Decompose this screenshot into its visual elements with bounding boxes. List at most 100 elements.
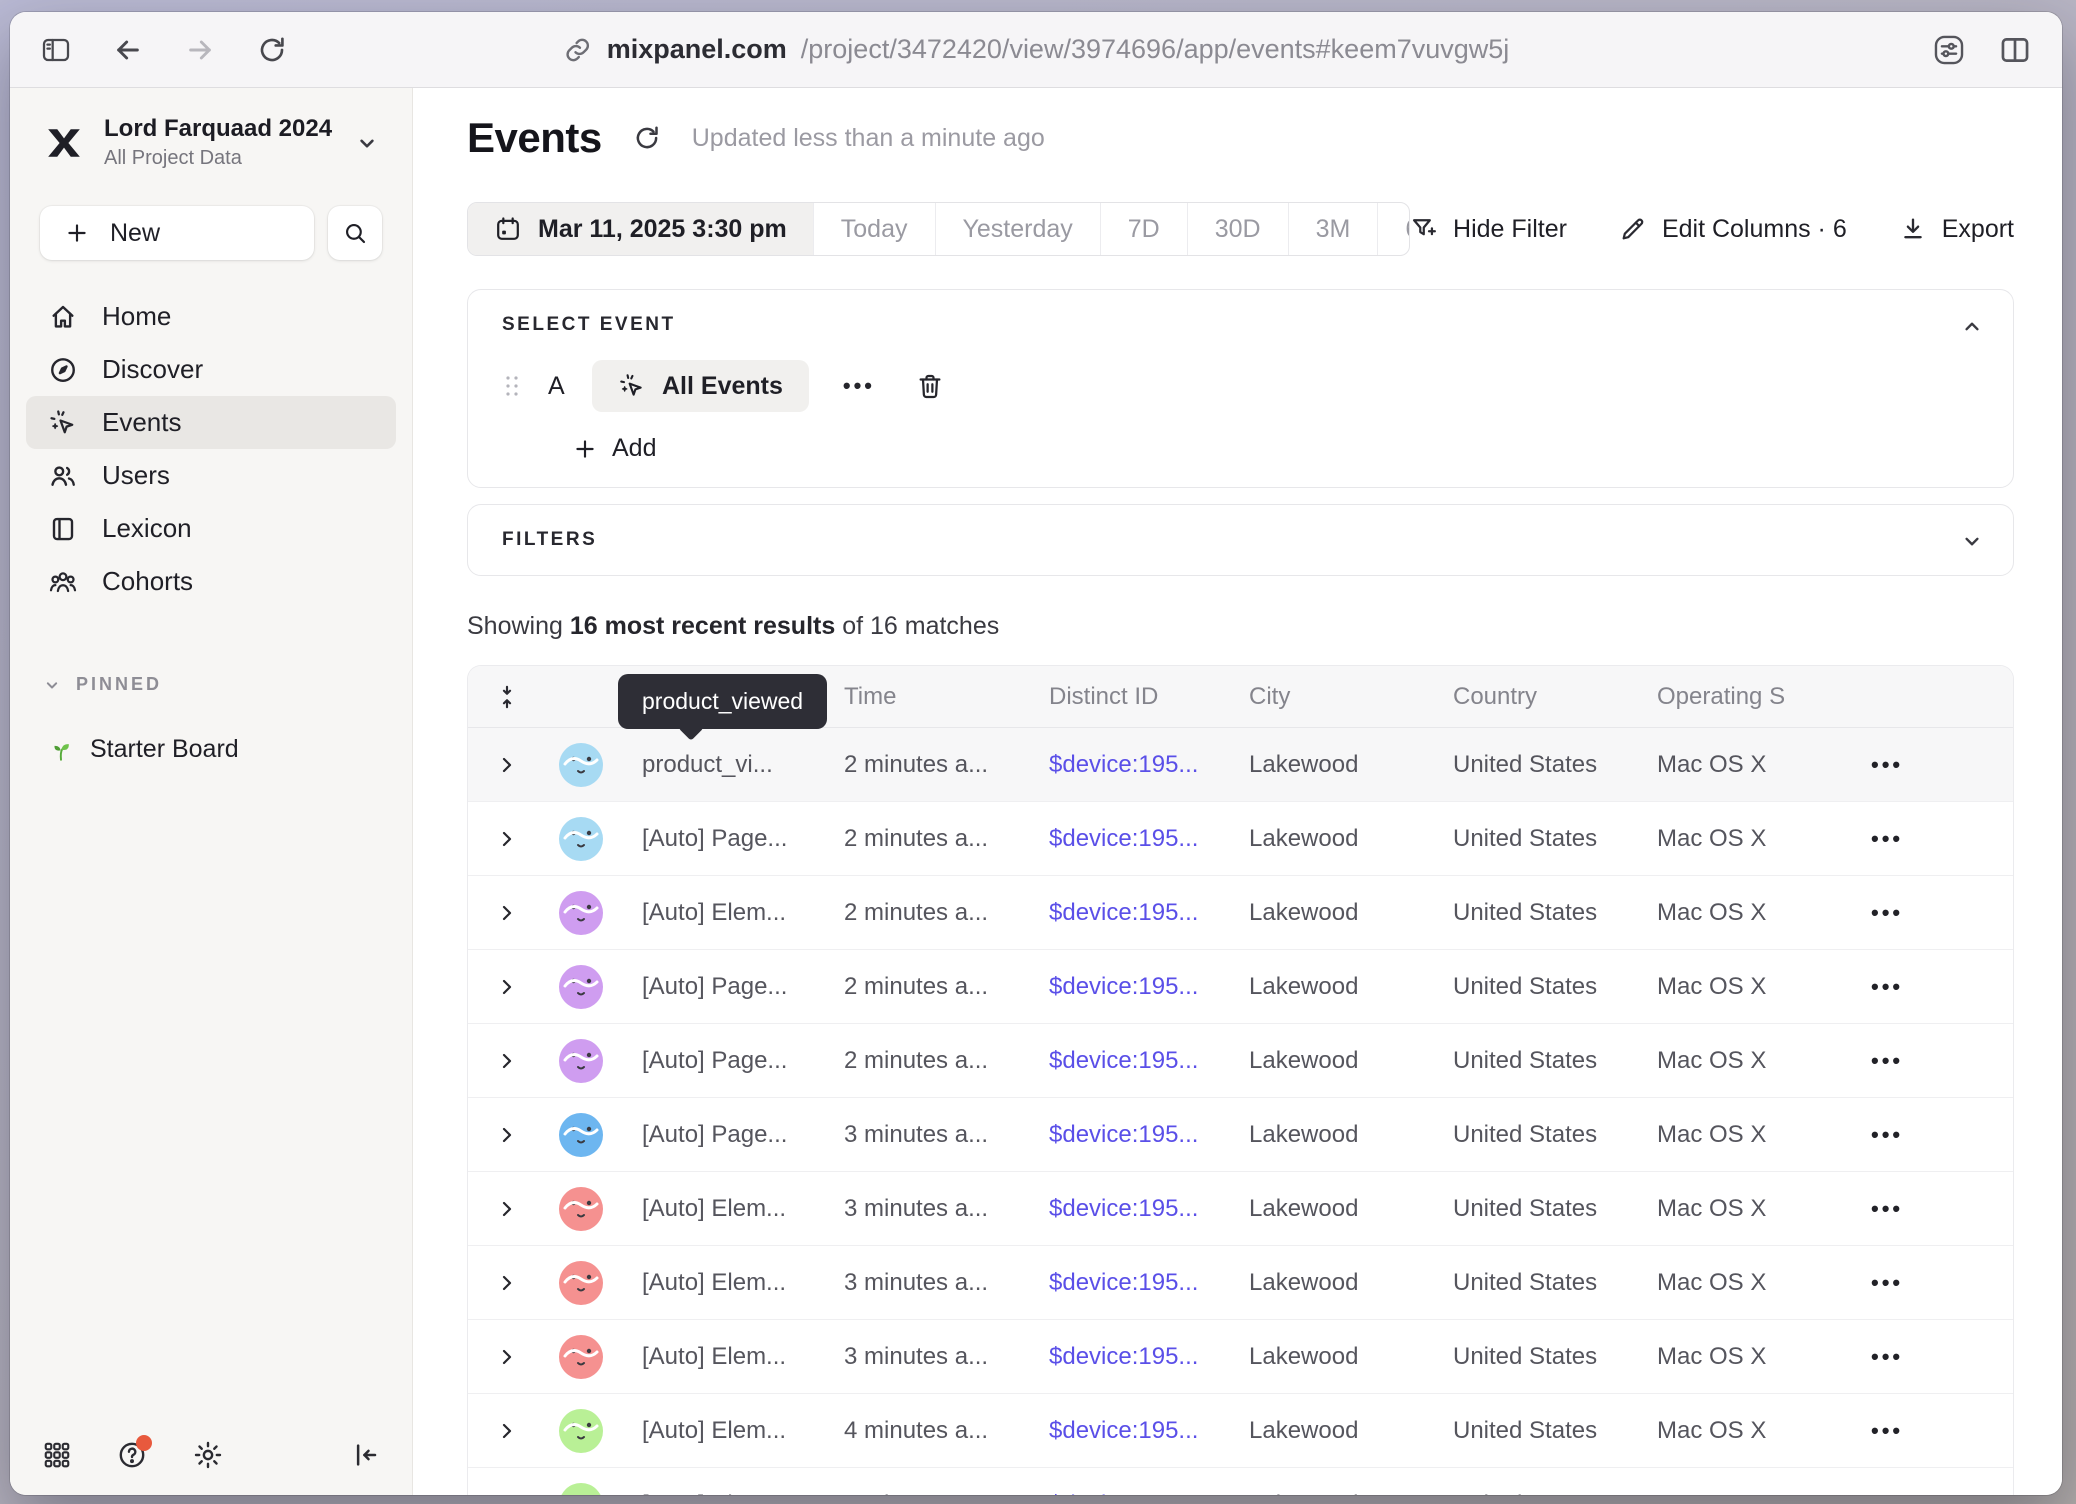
hide-filter-label: Hide Filter [1453,215,1567,244]
cell-city: Lakewood [1249,1047,1453,1075]
refresh-icon[interactable] [632,123,662,153]
edit-columns-button[interactable]: Edit Columns · 6 [1619,215,1847,244]
expand-panel-icon[interactable] [1959,528,1985,554]
address-bar[interactable]: mixpanel.com/project/3472420/view/397469… [563,34,1510,65]
cell-os: Mac OS X [1657,825,1871,853]
row-expander-icon[interactable] [468,827,546,851]
row-more-button[interactable]: ••• [1871,1196,2013,1222]
cell-city: Lakewood [1249,1491,1453,1496]
row-more-button[interactable]: ••• [1871,1418,2013,1444]
row-more-button[interactable]: ••• [1871,900,2013,926]
reload-icon[interactable] [256,34,288,66]
cell-distinct-id-link[interactable]: $device:195... [1049,1417,1249,1445]
row-expander-icon[interactable] [468,1493,546,1496]
split-view-icon[interactable] [1998,33,2032,67]
sidebar-item-home[interactable]: Home [26,290,396,343]
browser-window: mixpanel.com/project/3472420/view/397469… [10,12,2062,1495]
row-expander-icon[interactable] [468,1345,546,1369]
row-more-button[interactable]: ••• [1871,752,2013,778]
cell-distinct-id-link[interactable]: $device:195... [1049,973,1249,1001]
date-range-control: Mar 11, 2025 3:30 pm Today Yesterday 7D … [467,202,1410,256]
pinned-section-header[interactable]: PINNED [10,674,412,695]
row-more-button[interactable]: ••• [1871,1344,2013,1370]
drag-handle-icon[interactable] [502,373,522,399]
column-header-city[interactable]: City [1249,683,1453,711]
preset-6m[interactable]: 6M [1377,203,1410,255]
row-more-button[interactable]: ••• [1871,1492,2013,1496]
cell-distinct-id-link[interactable]: $device:195... [1049,899,1249,927]
sidebar: Lord Farquaad 2024 All Project Data New [10,88,413,1495]
row-expander-icon[interactable] [468,975,546,999]
table-row[interactable]: [Auto] Elem...4 minutes a...$device:195.… [468,1394,2013,1468]
table-row[interactable]: product_vi...2 minutes a...$device:195..… [468,728,2013,802]
collapse-panel-icon[interactable] [1959,314,1985,340]
preset-today[interactable]: Today [813,203,935,255]
date-range-current[interactable]: Mar 11, 2025 3:30 pm [468,203,813,255]
trash-icon[interactable] [915,371,945,401]
table-row[interactable]: [Auto] Elem...2 minutes a...$device:195.… [468,876,2013,950]
cell-distinct-id-link[interactable]: $device:195... [1049,1269,1249,1297]
filter-funnel-icon [1410,215,1438,243]
table-row[interactable]: [Auto] Elem...3 minutes a...$device:195.… [468,1320,2013,1394]
mixpanel-logo-icon [42,121,86,165]
cell-distinct-id-link[interactable]: $device:195... [1049,1047,1249,1075]
table-row[interactable]: [Auto] Elem...4 minutes a...$device:195.… [468,1468,2013,1495]
add-event-button[interactable]: Add [572,434,1979,463]
row-more-button[interactable]: ••• [1871,826,2013,852]
page-settings-icon[interactable] [1932,33,1966,67]
preset-30d[interactable]: 30D [1187,203,1288,255]
sidebar-item-users[interactable]: Users [26,449,396,502]
sidebar-item-label: Home [102,301,171,332]
table-row[interactable]: [Auto] Elem...3 minutes a...$device:195.… [468,1172,2013,1246]
column-header-os[interactable]: Operating S [1657,683,1871,711]
preset-7d[interactable]: 7D [1100,203,1187,255]
cell-distinct-id-link[interactable]: $device:195... [1049,1195,1249,1223]
hide-filter-button[interactable]: Hide Filter [1410,215,1567,244]
collapse-sidebar-icon[interactable] [350,1440,380,1470]
cell-distinct-id-link[interactable]: $device:195... [1049,751,1249,779]
sidebar-item-cohorts[interactable]: Cohorts [26,555,396,608]
row-more-button[interactable]: ••• [1871,1270,2013,1296]
table-row[interactable]: [Auto] Page...3 minutes a...$device:195.… [468,1098,2013,1172]
row-expander-icon[interactable] [468,753,546,777]
cell-city: Lakewood [1249,751,1453,779]
event-selector-chip[interactable]: All Events [592,360,809,412]
sidebar-item-discover[interactable]: Discover [26,343,396,396]
project-switcher[interactable]: Lord Farquaad 2024 All Project Data [10,115,412,170]
sidebar-item-events[interactable]: Events [26,396,396,449]
row-expander-icon[interactable] [468,1123,546,1147]
event-more-button[interactable]: ••• [843,373,875,399]
cell-distinct-id-link[interactable]: $device:195... [1049,1491,1249,1496]
row-expander-icon[interactable] [468,1049,546,1073]
table-row[interactable]: [Auto] Page...2 minutes a...$device:195.… [468,802,2013,876]
row-expander-icon[interactable] [468,1271,546,1295]
preset-3m[interactable]: 3M [1288,203,1378,255]
search-button[interactable] [328,206,382,260]
browser-sidebar-toggle-icon[interactable] [40,34,72,66]
cell-distinct-id-link[interactable]: $device:195... [1049,1121,1249,1149]
apps-grid-icon[interactable] [42,1440,72,1470]
table-row[interactable]: [Auto] Page...2 minutes a...$device:195.… [468,1024,2013,1098]
column-header-distinct-id[interactable]: Distinct ID [1049,683,1249,711]
table-row[interactable]: [Auto] Elem...3 minutes a...$device:195.… [468,1246,2013,1320]
row-more-button[interactable]: ••• [1871,974,2013,1000]
settings-gear-icon[interactable] [192,1439,224,1471]
collapse-rows-icon[interactable] [468,684,546,710]
row-more-button[interactable]: ••• [1871,1048,2013,1074]
row-more-button[interactable]: ••• [1871,1122,2013,1148]
new-button[interactable]: New [40,206,314,260]
row-expander-icon[interactable] [468,1419,546,1443]
sidebar-item-lexicon[interactable]: Lexicon [26,502,396,555]
row-expander-icon[interactable] [468,1197,546,1221]
export-button[interactable]: Export [1899,215,2014,244]
sidebar-item-starter-board[interactable]: Starter Board [10,735,412,764]
column-header-country[interactable]: Country [1453,683,1657,711]
cell-distinct-id-link[interactable]: $device:195... [1049,1343,1249,1371]
back-icon[interactable] [112,34,144,66]
preset-yesterday[interactable]: Yesterday [935,203,1100,255]
row-expander-icon[interactable] [468,901,546,925]
cell-distinct-id-link[interactable]: $device:195... [1049,825,1249,853]
help-button[interactable] [116,1439,148,1471]
column-header-time[interactable]: Time [844,683,1049,711]
table-row[interactable]: [Auto] Page...2 minutes a...$device:195.… [468,950,2013,1024]
